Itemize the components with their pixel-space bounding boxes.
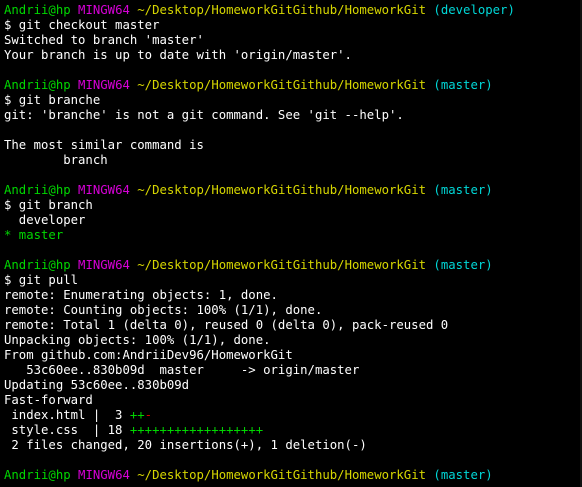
prompt-path: ~/Desktop/HomeworkGitGithub/HomeworkGit bbox=[137, 183, 427, 197]
prompt-path: ~/Desktop/HomeworkGitGithub/HomeworkGit bbox=[137, 258, 427, 272]
command-line: $ git pull bbox=[4, 273, 79, 287]
prompt-user-host: Andrii@hp bbox=[4, 468, 71, 482]
diffstat-line: index.html | 3 ++- bbox=[4, 408, 582, 423]
output-line: Unpacking objects: 100% (1/1), done. bbox=[4, 333, 271, 347]
command-line: $ git branche bbox=[4, 93, 101, 107]
prompt-shell: MINGW64 bbox=[78, 3, 130, 17]
diffstat-summary: 2 files changed, 20 insertions(+), 1 del… bbox=[4, 438, 367, 452]
diffstat-file: index.html | 3 bbox=[4, 408, 130, 422]
diffstat-plus: ++ bbox=[129, 408, 145, 422]
prompt-shell: MINGW64 bbox=[78, 258, 130, 272]
prompt-path: ~/Desktop/HomeworkGitGithub/HomeworkGit bbox=[137, 3, 427, 17]
prompt-branch: (developer) bbox=[433, 3, 515, 17]
current-branch-item: * master bbox=[4, 228, 64, 242]
output-line: Switched to branch 'master' bbox=[4, 33, 204, 47]
prompt-shell: MINGW64 bbox=[78, 78, 130, 92]
prompt-line: Andrii@hp MINGW64 ~/Desktop/HomeworkGitG… bbox=[4, 468, 582, 483]
output-line: Fast-forward bbox=[4, 393, 93, 407]
prompt-line: Andrii@hp MINGW64 ~/Desktop/HomeworkGitG… bbox=[4, 78, 582, 93]
prompt-branch: (master) bbox=[433, 468, 493, 482]
prompt-line: Andrii@hp MINGW64 ~/Desktop/HomeworkGitG… bbox=[4, 258, 582, 273]
command-line: $ git branch bbox=[4, 198, 93, 212]
output-line: git: 'branche' is not a git command. See… bbox=[4, 108, 404, 122]
output-line: From github.com:AndriiDev96/HomeworkGit bbox=[4, 348, 293, 362]
terminal-window[interactable]: Andrii@hp MINGW64 ~/Desktop/HomeworkGitG… bbox=[0, 0, 582, 487]
diffstat-minus: - bbox=[144, 408, 153, 422]
prompt-branch: (master) bbox=[433, 183, 493, 197]
prompt-user-host: Andrii@hp bbox=[4, 183, 71, 197]
prompt-user-host: Andrii@hp bbox=[4, 3, 71, 17]
branch-list-item: developer bbox=[4, 213, 86, 227]
prompt-shell: MINGW64 bbox=[78, 183, 130, 197]
diffstat-plus: ++++++++++++++++++ bbox=[129, 423, 264, 437]
prompt-line: Andrii@hp MINGW64 ~/Desktop/HomeworkGitG… bbox=[4, 3, 582, 18]
diffstat-file: style.css | 18 bbox=[4, 423, 130, 437]
prompt-shell: MINGW64 bbox=[78, 468, 130, 482]
prompt-user-host: Andrii@hp bbox=[4, 78, 71, 92]
prompt-branch: (master) bbox=[433, 258, 493, 272]
prompt-line: Andrii@hp MINGW64 ~/Desktop/HomeworkGitG… bbox=[4, 183, 582, 198]
output-line: Updating 53c60ee..830b09d bbox=[4, 378, 190, 392]
output-line: branch bbox=[4, 153, 108, 167]
prompt-path: ~/Desktop/HomeworkGitGithub/HomeworkGit bbox=[137, 78, 427, 92]
output-line: remote: Counting objects: 100% (1/1), do… bbox=[4, 303, 323, 317]
command-line: $ git checkout master bbox=[4, 18, 160, 32]
prompt-user-host: Andrii@hp bbox=[4, 258, 71, 272]
output-line: Your branch is up to date with 'origin/m… bbox=[4, 48, 352, 62]
output-line: 53c60ee..830b09d master -> origin/master bbox=[4, 363, 360, 377]
output-line: The most similar command is bbox=[4, 138, 204, 152]
diffstat-line: style.css | 18 ++++++++++++++++++ bbox=[4, 423, 582, 438]
prompt-path: ~/Desktop/HomeworkGitGithub/HomeworkGit bbox=[137, 468, 427, 482]
output-line: remote: Enumerating objects: 1, done. bbox=[4, 288, 278, 302]
output-line: remote: Total 1 (delta 0), reused 0 (del… bbox=[4, 318, 449, 332]
prompt-branch: (master) bbox=[433, 78, 493, 92]
